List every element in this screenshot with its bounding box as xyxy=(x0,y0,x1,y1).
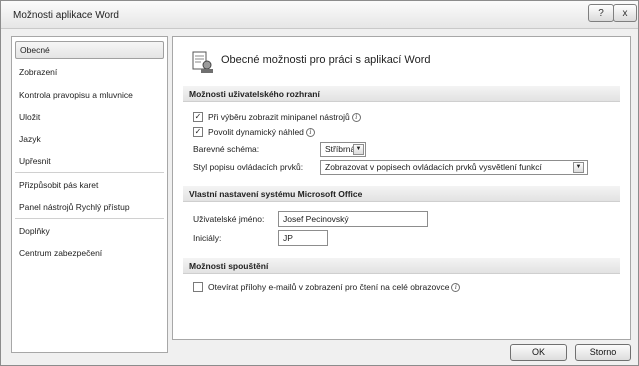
nav-item-language[interactable]: Jazyk xyxy=(15,130,164,148)
help-button[interactable]: ? xyxy=(588,4,614,22)
title-bar: Možnosti aplikace Word ? x xyxy=(1,1,638,29)
color-scheme-select[interactable]: Stříbrná ▼ xyxy=(320,142,366,157)
nav-separator xyxy=(15,218,164,219)
screentip-style-select[interactable]: Zobrazovat v popisech ovládacích prvků v… xyxy=(320,160,588,175)
cancel-button[interactable]: Storno xyxy=(575,344,631,361)
section-header-office: Vlastní nastavení systému Microsoft Offi… xyxy=(183,186,620,202)
options-content: Obecné možnosti pro práci s aplikací Wor… xyxy=(172,36,631,340)
nav-item-general[interactable]: Obecné xyxy=(15,41,164,59)
live-preview-label: Povolit dynamický náhled xyxy=(208,127,304,137)
section-header-ui: Možnosti uživatelského rozhraní xyxy=(183,86,620,102)
minitoolbar-checkbox[interactable]: ✓ xyxy=(193,112,203,122)
minitoolbar-option: ✓ Při výběru zobrazit minipanel nástrojů… xyxy=(193,112,361,122)
reading-view-option: Otevírat přílohy e-mailů v zobrazení pro… xyxy=(193,282,461,292)
initials-label: Iniciály: xyxy=(193,233,222,243)
screentip-style-label: Styl popisu ovládacích prvků: xyxy=(193,162,304,172)
options-nav: Obecné Zobrazení Kontrola pravopisu a ml… xyxy=(11,36,168,353)
nav-item-display[interactable]: Zobrazení xyxy=(15,63,164,81)
nav-item-trust-center[interactable]: Centrum zabezpečení xyxy=(15,244,164,262)
live-preview-checkbox[interactable]: ✓ xyxy=(193,127,203,137)
info-icon: i xyxy=(351,112,361,122)
nav-item-customize-ribbon[interactable]: Přizpůsobit pás karet xyxy=(15,176,164,194)
nav-item-quick-access[interactable]: Panel nástrojů Rychlý přístup xyxy=(15,198,164,216)
chevron-down-icon[interactable]: ▼ xyxy=(353,144,364,155)
color-scheme-value: Stříbrná xyxy=(325,144,356,154)
nav-item-proofing[interactable]: Kontrola pravopisu a mluvnice xyxy=(15,86,164,104)
live-preview-option: ✓ Povolit dynamický náhled i xyxy=(193,127,315,137)
nav-item-addins[interactable]: Doplňky xyxy=(15,222,164,240)
username-label: Uživatelské jméno: xyxy=(193,214,265,224)
chevron-down-icon[interactable]: ▼ xyxy=(573,162,584,173)
screentip-style-value: Zobrazovat v popisech ovládacích prvků v… xyxy=(325,162,542,172)
info-icon: i xyxy=(305,127,315,137)
nav-item-advanced[interactable]: Upřesnit xyxy=(15,152,164,170)
nav-item-save[interactable]: Uložit xyxy=(15,108,164,126)
info-icon: i xyxy=(451,282,461,292)
close-button[interactable]: x xyxy=(613,4,637,22)
options-dialog: Možnosti aplikace Word ? x Obecné Zobraz… xyxy=(0,0,639,366)
minitoolbar-label: Při výběru zobrazit minipanel nástrojů xyxy=(208,112,350,122)
reading-view-checkbox[interactable] xyxy=(193,282,203,292)
general-options-icon xyxy=(192,51,213,73)
ok-button[interactable]: OK xyxy=(510,344,567,361)
window-title: Možnosti aplikace Word xyxy=(13,10,119,21)
initials-field[interactable]: JP xyxy=(278,230,328,246)
color-scheme-label: Barevné schéma: xyxy=(193,144,260,154)
nav-separator xyxy=(15,172,164,173)
page-title: Obecné možnosti pro práci s aplikací Wor… xyxy=(221,54,431,66)
section-header-startup: Možnosti spouštění xyxy=(183,258,620,274)
reading-view-label: Otevírat přílohy e-mailů v zobrazení pro… xyxy=(208,282,450,292)
username-field[interactable]: Josef Pecinovský xyxy=(278,211,428,227)
